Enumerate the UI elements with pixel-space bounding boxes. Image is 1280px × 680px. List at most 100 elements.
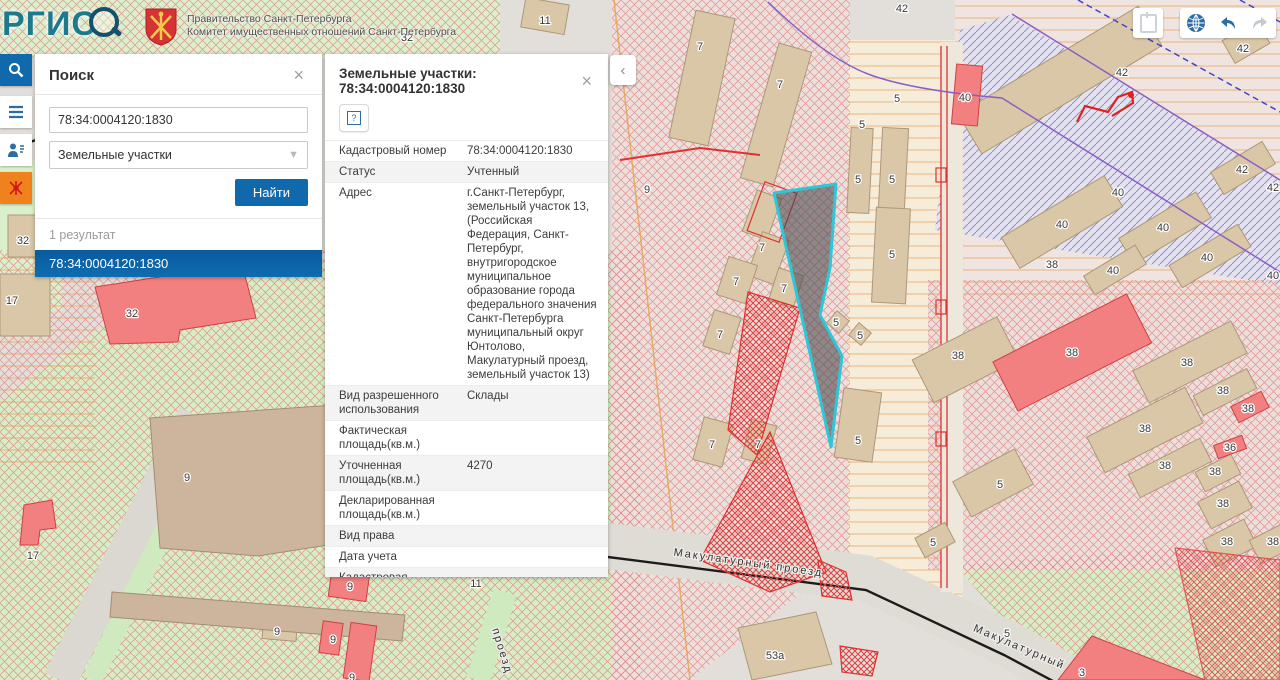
parcel-number-label: 11 xyxy=(539,15,550,27)
attribute-label: Декларированная площадь(кв.м.) xyxy=(325,491,463,525)
frame-icon xyxy=(1140,14,1157,33)
parcel-number-label: 7 xyxy=(755,439,761,451)
attribute-row: Дата учета xyxy=(325,547,608,568)
parcel-number-label: 32 xyxy=(126,308,138,320)
parcel-number-label: 32 xyxy=(17,235,29,247)
undo-button[interactable] xyxy=(1212,8,1244,38)
parcel-number-label: 40 xyxy=(1112,187,1124,199)
parcel-number-label: 38 xyxy=(1217,385,1229,397)
parcel-number-label: 5 xyxy=(930,537,936,549)
parcel-number-label: 40 xyxy=(1157,222,1169,234)
parcel-number-label: 40 xyxy=(1056,219,1068,231)
attribute-value: 78:34:0004120:1830 xyxy=(463,141,608,161)
user-tools-button[interactable] xyxy=(0,134,32,166)
close-icon[interactable]: × xyxy=(289,66,308,84)
attribute-label: Вид разрешенного использования xyxy=(325,386,463,420)
parcel-number-label: 40 xyxy=(1107,265,1119,277)
parcel-number-label: 42 xyxy=(1236,164,1248,176)
search-tool-button[interactable] xyxy=(0,54,32,86)
globe-button[interactable] xyxy=(1180,8,1212,38)
parcel-number-label: 5 xyxy=(889,174,895,186)
spb-coat-of-arms-icon xyxy=(143,6,179,46)
parcel-number-label: 38 xyxy=(1217,498,1229,510)
attribute-label: Вид права xyxy=(325,526,463,546)
attribute-row: СтатусУчтенный xyxy=(325,162,608,183)
parcel-number-label: 9 xyxy=(349,672,355,680)
attribute-value xyxy=(463,547,608,567)
attribute-value: 4270 xyxy=(463,456,608,490)
find-button[interactable]: Найти xyxy=(235,179,308,206)
attribute-label: Статус xyxy=(325,162,463,182)
parcel-number-label: 40 xyxy=(1267,270,1279,282)
parcel-number-label: 42 xyxy=(1267,182,1279,194)
search-input[interactable] xyxy=(49,107,308,133)
search-panel-title: Поиск xyxy=(49,67,94,84)
attribute-table: Кадастровый номер78:34:0004120:1830Стату… xyxy=(325,140,608,577)
parcel-number-label: 36 xyxy=(1224,442,1236,454)
magnifier-logo-icon xyxy=(89,7,119,37)
attribute-value: г.Санкт-Петербург, земельный участок 13,… xyxy=(463,183,608,385)
parcel-number-label: 7 xyxy=(709,439,715,451)
attribute-value: Склады xyxy=(463,386,608,420)
parcel-number-label: 5 xyxy=(855,435,861,447)
parcel-number-label: 38 xyxy=(1209,466,1221,478)
parcel-number-label: 38 xyxy=(952,350,964,362)
parcel-number-label: 38 xyxy=(1242,403,1254,415)
attribute-row: Адресг.Санкт-Петербург, земельный участо… xyxy=(325,183,608,386)
parcel-number-label: 9 xyxy=(644,184,650,196)
attribute-label: Дата учета xyxy=(325,547,463,567)
parcel-number-label: 40 xyxy=(1201,252,1213,264)
parcel-number-label: 40 xyxy=(959,92,971,104)
parcel-number-label: 3 xyxy=(1079,667,1085,679)
parcel-number-label: 53a xyxy=(766,650,785,662)
parcel-number-label: 5 xyxy=(857,330,863,342)
parcel-number-label: 42 xyxy=(1237,43,1249,55)
redo-button[interactable] xyxy=(1244,8,1276,38)
attribute-row: Декларированная площадь(кв.м.) xyxy=(325,491,608,526)
parcel-number-label: 42 xyxy=(896,3,908,15)
menu-icon xyxy=(8,105,24,119)
attribute-value xyxy=(463,526,608,546)
attribute-row: Кадастровая стоимость, руб. xyxy=(325,568,608,577)
parcel-number-label: 17 xyxy=(6,295,18,307)
attribute-label: Фактическая площадь(кв.м.) xyxy=(325,421,463,455)
search-panel: Поиск × Земельные участки ▼ Найти 1 резу… xyxy=(35,54,322,277)
parcel-number-label: 5 xyxy=(855,174,861,186)
frame-tool-button[interactable] xyxy=(1133,8,1163,38)
parcel-number-label: 5 xyxy=(859,119,865,131)
parcel-number-label: 7 xyxy=(697,41,703,53)
search-category-select[interactable]: Земельные участки ▼ xyxy=(49,141,308,169)
app-header: РГИС Правительство Санкт-Петербурга Коми… xyxy=(0,2,456,46)
search-category-value: Земельные участки xyxy=(58,148,172,162)
gov-line1: Правительство Санкт-Петербурга xyxy=(187,13,456,26)
parcel-number-label: 5 xyxy=(833,317,839,329)
parcel-number-label: 42 xyxy=(1116,67,1128,79)
parcel-number-label: 9 xyxy=(347,581,353,593)
parcel-number-label: 5 xyxy=(889,249,895,261)
parcel-number-label: 38 xyxy=(1221,536,1233,548)
parcel-number-label: 7 xyxy=(733,276,739,288)
attribute-value: Учтенный xyxy=(463,162,608,182)
globe-icon xyxy=(1186,13,1206,33)
parcel-number-label: 11 xyxy=(470,578,481,590)
result-item-selected[interactable]: 78:34:0004120:1830 xyxy=(35,250,322,277)
attribute-label: Кадастровая стоимость, руб. xyxy=(325,568,463,577)
identify-question-button[interactable]: ? xyxy=(339,104,369,132)
user-icon xyxy=(7,142,25,158)
attribute-row: Кадастровый номер78:34:0004120:1830 xyxy=(325,141,608,162)
spb-emblem-button[interactable] xyxy=(0,172,32,204)
parcel-number-label: 38 xyxy=(1159,460,1171,472)
results-count: 1 результат xyxy=(35,228,322,250)
parcel-number-label: 5 xyxy=(997,479,1003,491)
close-icon[interactable]: × xyxy=(577,72,596,90)
parcel-number-label: 9 xyxy=(184,472,190,484)
collapse-panel-button[interactable]: ‹ xyxy=(610,55,636,85)
layers-menu-button[interactable] xyxy=(0,96,32,128)
parcel-number-label: 7 xyxy=(777,79,783,91)
parcel-number-label: 9 xyxy=(330,634,336,646)
attribute-value xyxy=(463,491,608,525)
info-panel-title: Земельные участки: 78:34:0004120:1830 xyxy=(339,66,577,96)
parcel-number-label: 9 xyxy=(274,626,280,638)
attribute-label: Адрес xyxy=(325,183,463,385)
undo-icon xyxy=(1218,15,1238,31)
